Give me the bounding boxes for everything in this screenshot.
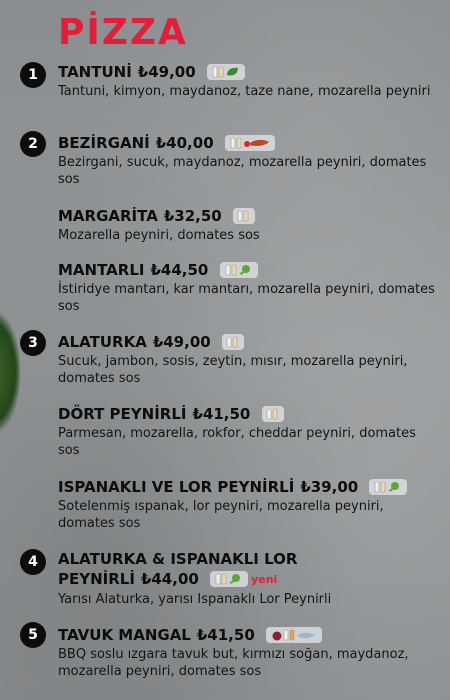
menu-item-dort-peynirli[interactable]: DÖRT PEYNİRLİ ₺41,50 Parmesan, mozarella,… bbox=[58, 404, 440, 459]
item-price: ₺40,00 bbox=[155, 134, 214, 152]
item-description: Sotelenmiş ıspanak, lor peyniri, mozarel… bbox=[58, 499, 384, 531]
ingredient-icons bbox=[266, 627, 322, 643]
ingredient-icons bbox=[232, 208, 255, 224]
item-number-badge: 1 bbox=[20, 62, 46, 88]
item-price: ₺41,50 bbox=[196, 626, 255, 644]
item-name: TANTUNİ bbox=[58, 63, 132, 81]
item-description: Parmesan, mozarella, rokfor, cheddar pey… bbox=[58, 426, 416, 458]
item-description: Bezirgani, sucuk, maydanoz, mozarella pe… bbox=[58, 155, 427, 187]
leaf-icon bbox=[226, 67, 238, 76]
ingredient-icons bbox=[206, 64, 245, 80]
item-name: ISPANAKLI VE LOR PEYNİRLİ bbox=[58, 478, 295, 496]
item-name: MANTARLI bbox=[58, 261, 145, 279]
item-price: ₺44,00 bbox=[140, 570, 199, 588]
ingredient-icons bbox=[210, 571, 249, 587]
menu-item-bezirgani[interactable]: BEZİRGANİ ₺40,00 Bezirgani, sucuk, maydan… bbox=[58, 133, 440, 188]
item-price: ₺39,00 bbox=[300, 478, 359, 496]
menu-item-ispanakli-lor[interactable]: ISPANAKLI VE LOR PEYNİRLİ ₺39,00 Sotelenm… bbox=[58, 477, 440, 532]
menu-item-tantuni[interactable]: TANTUNİ ₺49,00 Tantuni, kimyon, maydanoz,… bbox=[58, 62, 440, 100]
new-tag: yeni bbox=[251, 573, 278, 586]
sauce-bottle-icon bbox=[266, 408, 271, 420]
item-name: MARGARİTA bbox=[58, 207, 158, 225]
item-description: İstiridye mantarı, kar mantarı, mozarell… bbox=[58, 282, 435, 314]
item-name: ALATURKA bbox=[58, 333, 147, 351]
item-price: ₺44,50 bbox=[150, 261, 209, 279]
menu-item-alaturka-ispanakli[interactable]: ALATURKA & ISPANAKLI LOR PEYNİRLİ ₺44,00 … bbox=[58, 549, 440, 608]
item-name: DÖRT PEYNİRLİ bbox=[58, 405, 187, 423]
ingredient-icons bbox=[224, 135, 275, 151]
item-description: Yarısı Alaturka, yarısı Ispanaklı Lor Pe… bbox=[58, 592, 332, 607]
sauce-bottle-icon bbox=[226, 336, 232, 348]
ingredient-icons bbox=[221, 334, 244, 350]
item-price: ₺49,00 bbox=[152, 333, 211, 351]
ingredient-icons bbox=[219, 262, 258, 278]
item-description: Sucuk, jambon, sosis, zeytin, mısır, moz… bbox=[58, 354, 408, 386]
sauce-bottle-icon bbox=[230, 137, 236, 149]
decorative-leaf bbox=[0, 312, 20, 432]
sausage-icon bbox=[249, 139, 269, 146]
sauce-bottle-icon bbox=[283, 629, 289, 641]
sauce-bottle-icon bbox=[375, 481, 380, 493]
item-description: Mozarella peyniri, domates sos bbox=[58, 228, 260, 243]
ingredient-icons bbox=[261, 406, 284, 422]
item-number-badge: 5 bbox=[20, 622, 46, 648]
item-number-badge: 2 bbox=[20, 131, 46, 157]
item-price: ₺49,00 bbox=[137, 63, 196, 81]
sauce-bottle-icon bbox=[212, 66, 218, 78]
onion-icon bbox=[272, 631, 282, 641]
item-name-line1: ALATURKA & ISPANAKLI LOR bbox=[58, 550, 298, 568]
item-description: BBQ soslu ızgara tavuk but, kırmızı soğa… bbox=[58, 647, 409, 679]
sauce-bottle-icon bbox=[225, 264, 230, 276]
item-name: TAVUK MANGAL bbox=[58, 626, 191, 644]
item-price: ₺32,50 bbox=[163, 207, 222, 225]
item-number-badge: 3 bbox=[20, 330, 46, 356]
menu-item-margarita[interactable]: MARGARİTA ₺32,50 Mozarella peyniri, domat… bbox=[58, 206, 440, 244]
ingredient-icons bbox=[369, 479, 408, 495]
item-price: ₺41,50 bbox=[192, 405, 251, 423]
chicken-icon bbox=[297, 632, 315, 639]
sauce-bottle-icon bbox=[237, 210, 243, 222]
item-name: BEZİRGANİ bbox=[58, 134, 150, 152]
item-number-badge: 4 bbox=[20, 549, 46, 575]
menu-item-mantarli[interactable]: MANTARLI ₺44,50 İstiridye mantarı, kar ma… bbox=[58, 260, 440, 315]
item-name: PEYNİRLİ bbox=[58, 570, 135, 588]
item-description: Tantuni, kimyon, maydanoz, taze nane, mo… bbox=[58, 84, 431, 99]
menu-item-tavuk-mangal[interactable]: TAVUK MANGAL ₺41,50 BBQ soslu ızgara tavu… bbox=[58, 625, 440, 680]
menu-title: PİZZA bbox=[58, 12, 188, 53]
menu-item-alaturka[interactable]: ALATURKA ₺49,00 Sucuk, jambon, sosis, zey… bbox=[58, 332, 440, 387]
sauce-bottle-icon bbox=[215, 573, 221, 585]
